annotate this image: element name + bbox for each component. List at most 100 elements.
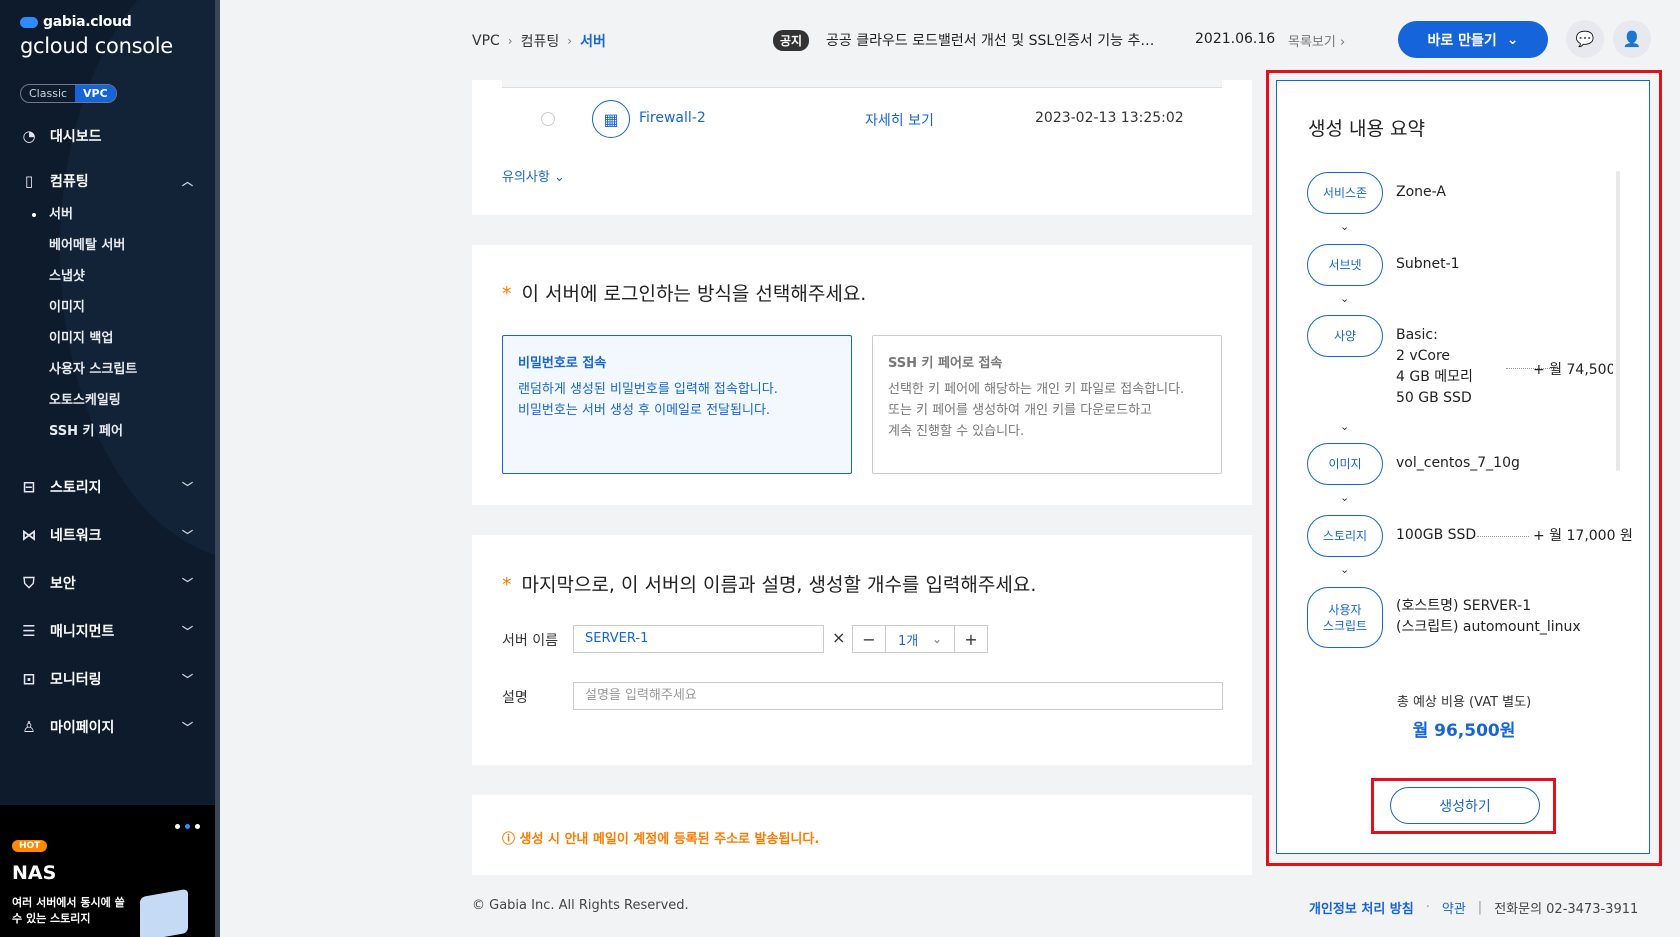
chevron-down-icon: ⌄ (1340, 292, 1350, 305)
dashboard-gauge-icon: ◔ (22, 127, 36, 145)
chevron-down-icon: ⌄ (931, 632, 942, 646)
breadcrumb: VPC › 컴퓨팅 › 서버 (472, 31, 606, 51)
network-nodes-icon: ⋈ (21, 526, 37, 544)
chevron-down-icon: ﹀ (182, 481, 193, 494)
summary-title: 생성 내용 요약 (1308, 118, 1425, 140)
storage-price: + 월 17,000 원 (1533, 528, 1633, 544)
footer-copyright: © Gabia Inc. All Rights Reserved. (472, 898, 689, 913)
monitoring-chart-icon: ⊡ (22, 670, 36, 688)
quantity-select[interactable]: 1개 ⌄ (885, 626, 955, 652)
sidebar-item-snapshot[interactable]: 스냅샷 (0, 261, 215, 292)
password-login-option[interactable]: 비밀번호로 접속 랜덤하게 생성된 비밀번호를 입력해 접속합니다. 비밀번호는… (502, 335, 852, 474)
step-storage[interactable]: 스토리지 (1307, 515, 1383, 557)
notice-list-link[interactable]: 목록보기 › (1288, 31, 1345, 50)
chevron-down-icon: ⌄ (1340, 491, 1350, 504)
computing-chip-icon: ▯ (24, 172, 34, 190)
nav-monitoring[interactable]: ⊡ 모니터링 ﹀ (0, 665, 215, 693)
mode-toggle[interactable]: Classic VPC (20, 84, 117, 103)
management-layers-icon: ☰ (22, 622, 36, 640)
chevron-up-icon: ︿ (182, 175, 193, 188)
hot-badge: HOT (12, 840, 48, 852)
chevron-down-icon: ﹀ (182, 721, 193, 734)
mode-vpc[interactable]: VPC (75, 85, 116, 102)
sidebar-item-image[interactable]: 이미지 (0, 292, 215, 323)
sidebar-item-image-backup[interactable]: 이미지 백업 (0, 323, 215, 354)
ssh-keypair-login-option[interactable]: SSH 키 페어로 접속 선택한 키 페어에 해당하는 개인 키 파일로 접속합… (872, 335, 1222, 474)
storage-value: 100GB SSD (1396, 527, 1477, 543)
increment-button[interactable]: + (955, 626, 987, 652)
chevron-down-icon: ⌄ (1340, 563, 1350, 576)
step-user-script[interactable]: 사용자 스크립트 (1307, 587, 1383, 648)
cloud-logo-icon (20, 16, 38, 28)
breadcrumb-server[interactable]: 서버 (580, 31, 606, 51)
naming-section-title: * 마지막으로, 이 서버의 이름과 설명, 생성할 개수를 입력해주세요. (502, 574, 1037, 596)
server-name-label: 서버 이름 (502, 633, 558, 649)
phone-contact: 전화문의 02-3473-3911 (1494, 902, 1639, 917)
image-value: vol_centos_7_10g (1396, 455, 1520, 471)
nav-storage[interactable]: ⊟ 스토리지 ﹀ (0, 473, 215, 501)
sidebar-item-ssh-keypair[interactable]: SSH 키 페어 (0, 416, 215, 447)
naming-panel: * 마지막으로, 이 서버의 이름과 설명, 생성할 개수를 입력해주세요. 서버… (472, 535, 1252, 765)
nav-mypage[interactable]: ♙ 마이페이지 ﹀ (0, 713, 215, 741)
brand-logo[interactable]: gabia.cloud gcloud console (20, 14, 173, 58)
brand-product: gcloud console (20, 34, 173, 58)
server-name-input[interactable]: SERVER-1 (573, 625, 824, 653)
sidebar-item-user-script[interactable]: 사용자 스크립트 (0, 354, 215, 385)
notice-date: 2021.06.16 (1195, 31, 1276, 47)
step-subnet[interactable]: 서브넷 (1307, 244, 1383, 286)
chevron-down-icon: ⌄ (1506, 31, 1519, 48)
terms-link[interactable]: 약관 (1442, 898, 1466, 917)
breadcrumb-computing[interactable]: 컴퓨팅 (521, 31, 560, 51)
sidebar-scrollbar[interactable] (215, 0, 220, 937)
zone-value: Zone-A (1396, 184, 1446, 200)
quantity-stepper: − 1개 ⌄ + (852, 625, 988, 653)
account-icon[interactable]: 👤 (1613, 20, 1651, 58)
nav-computing[interactable]: ▯ 컴퓨팅 ︿ (0, 167, 215, 195)
nav-network[interactable]: ⋈ 네트워크 ﹀ (0, 521, 215, 549)
chat-bubble-icon[interactable]: 💬 (1566, 20, 1604, 58)
description-input[interactable]: 설명을 입력해주세요 (573, 682, 1223, 710)
sidebar-item-server[interactable]: 서버 (0, 199, 215, 230)
chevron-right-icon: › (567, 34, 573, 48)
promo-banner[interactable]: HOT NAS 여러 서버에서 동시에 쓸 수 있는 스토리지 (0, 805, 215, 937)
firewall-detail-link[interactable]: 자세히 보기 (865, 110, 934, 130)
firewall-icon: ▦ (592, 100, 630, 138)
nav-management[interactable]: ☰ 매니지먼트 ﹀ (0, 617, 215, 645)
quick-create-button[interactable]: 바로 만들기 ⌄ (1398, 21, 1548, 58)
step-spec[interactable]: 사양 (1307, 315, 1383, 357)
breadcrumb-vpc[interactable]: VPC (472, 33, 500, 49)
mode-classic[interactable]: Classic (21, 85, 75, 102)
step-image[interactable]: 이미지 (1307, 443, 1383, 485)
chevron-right-icon: › (507, 34, 513, 48)
nas-box-icon (140, 888, 188, 937)
spec-value: Basic: 2 vCore 4 GB 메모리 50 GB SSD (1396, 327, 1473, 406)
create-button-highlight-box (1371, 778, 1556, 834)
nav-security[interactable]: ⛉ 보안 ﹀ (0, 569, 215, 597)
nav-dashboard[interactable]: ◔ 대시보드 (0, 122, 215, 150)
step-service-zone[interactable]: 서비스존 (1307, 172, 1383, 214)
subnet-value: Subnet-1 (1396, 256, 1460, 272)
sidebar: gabia.cloud gcloud console Classic VPC ◔… (0, 0, 220, 937)
shield-icon: ⛉ (23, 574, 35, 592)
sidebar-item-baremetal[interactable]: 베어메탈 서버 (0, 230, 215, 261)
summary-scrollbar[interactable] (1616, 171, 1620, 471)
notes-toggle[interactable]: 유의사항 ⌄ (502, 166, 565, 185)
sidebar-item-autoscaling[interactable]: 오토스케일링 (0, 385, 215, 416)
total-cost-value: 월 96,500원 (1412, 721, 1516, 741)
decrement-button[interactable]: − (853, 626, 885, 652)
times-icon: × (832, 628, 846, 647)
storage-price-leader (1477, 536, 1529, 537)
mail-notice-text: ⓘ 생성 시 안내 메일이 계정에 등록된 주소로 발송됩니다. (502, 832, 820, 847)
privacy-policy-link[interactable]: 개인정보 처리 방침 (1309, 898, 1414, 917)
login-method-panel: * 이 서버에 로그인하는 방식을 선택해주세요. 비밀번호로 접속 랜덤하게 생… (472, 245, 1252, 505)
summary-panel: 생성 내용 요약 서비스존 Zone-A ⌄ 서브넷 Subnet-1 ⌄ 사양… (1276, 80, 1650, 854)
user-icon: ♙ (22, 718, 36, 736)
mail-notice-panel: ⓘ 생성 시 안내 메일이 계정에 등록된 주소로 발송됩니다. (472, 795, 1252, 875)
total-cost-label: 총 예상 비용 (VAT 별도) (1396, 695, 1532, 710)
notice-text[interactable]: 공공 클라우드 로드밸런서 개선 및 SSL인증서 기능 추… (826, 30, 1186, 50)
login-section-title: * 이 서버에 로그인하는 방식을 선택해주세요. (502, 283, 867, 305)
storage-drive-icon: ⊟ (22, 478, 36, 496)
firewall-name[interactable]: Firewall-2 (639, 110, 706, 126)
firewall-radio[interactable] (541, 112, 555, 126)
carousel-dots[interactable] (175, 824, 200, 829)
